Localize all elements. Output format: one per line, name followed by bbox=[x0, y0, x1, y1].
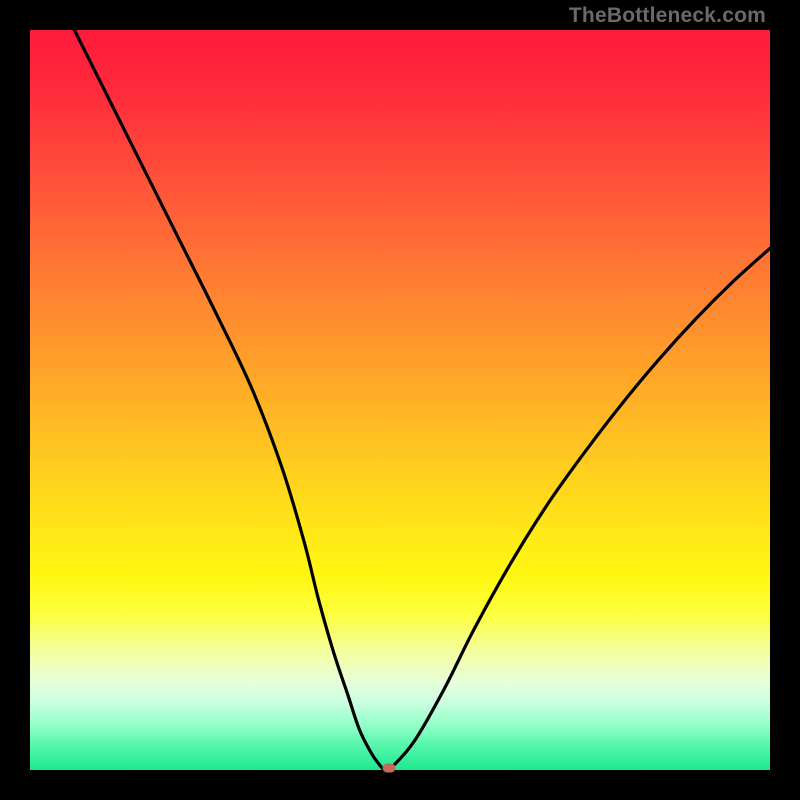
watermark-text: TheBottleneck.com bbox=[569, 4, 766, 28]
plot-area bbox=[30, 30, 770, 770]
bottleneck-curve bbox=[30, 30, 770, 770]
chart-frame: TheBottleneck.com bbox=[0, 0, 800, 800]
curve-path bbox=[74, 30, 770, 771]
min-marker bbox=[382, 764, 395, 773]
